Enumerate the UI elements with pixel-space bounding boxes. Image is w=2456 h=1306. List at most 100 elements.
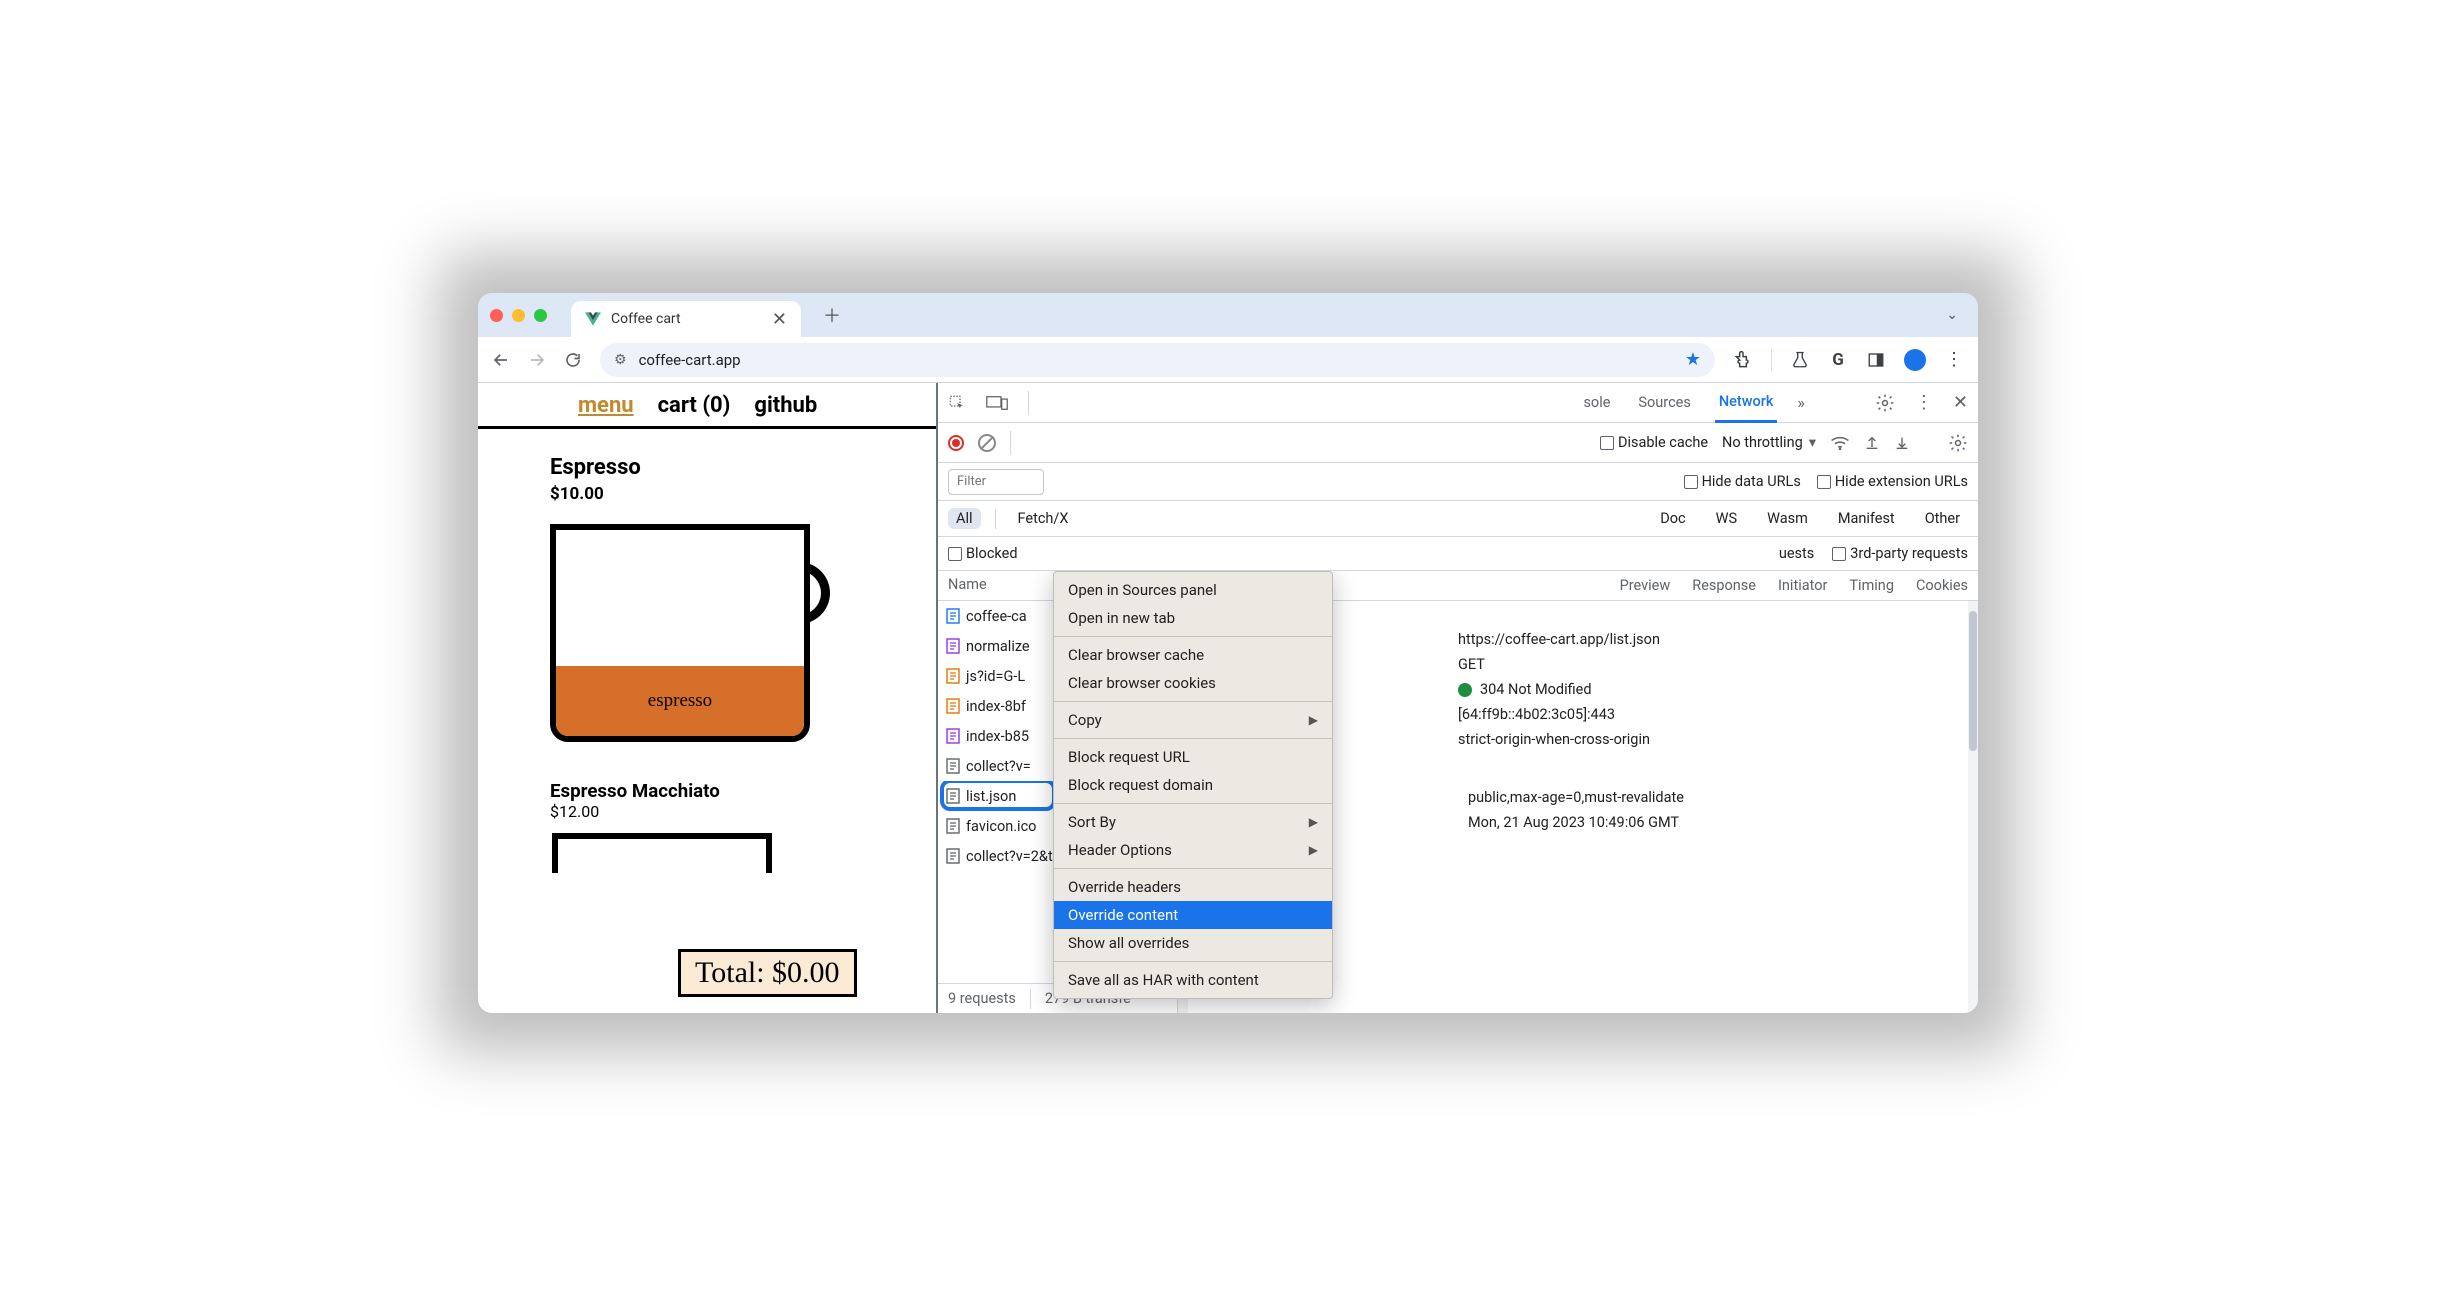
request-name: collect?v= (966, 758, 1031, 775)
details-tab-initiator[interactable]: Initiator (1778, 577, 1827, 594)
nav-menu-link[interactable]: menu (578, 393, 634, 418)
product-price: $10.00 (550, 484, 936, 504)
header-value: public,max-age=0,must-revalidate (1468, 789, 1684, 806)
ctx-open-sources[interactable]: Open in Sources panel (1054, 576, 1332, 604)
total-badge[interactable]: Total: $0.00 (678, 949, 857, 997)
hide-data-urls-checkbox[interactable]: Hide data URLs (1684, 473, 1801, 490)
back-icon[interactable] (492, 351, 510, 369)
product-name: Espresso Macchiato (550, 780, 936, 802)
request-name: index-8bf (966, 698, 1026, 715)
ctx-block-domain[interactable]: Block request domain (1054, 771, 1332, 799)
request-name: coffee-ca (966, 608, 1027, 625)
status-dot-icon (1458, 683, 1472, 697)
tab-sources[interactable]: Sources (1634, 384, 1694, 421)
browser-tab[interactable]: Coffee cart ✕ (571, 301, 801, 337)
ctx-sort-by[interactable]: Sort By▶ (1054, 808, 1332, 836)
inspect-element-icon[interactable] (948, 394, 966, 412)
network-blocked-row: Blocked uests 3rd-party requests (938, 537, 1978, 571)
devtools-close-icon[interactable]: ✕ (1953, 392, 1968, 413)
forward-icon[interactable] (528, 351, 546, 369)
product-macchiato: Espresso Macchiato $12.00 (478, 748, 936, 873)
ctx-override-headers[interactable]: Override headers (1054, 873, 1332, 901)
minimize-window-icon[interactable] (512, 309, 525, 322)
new-tab-icon[interactable]: ＋ (823, 302, 841, 328)
type-wasm[interactable]: Wasm (1759, 508, 1816, 529)
blocked-partial-text: uests (1779, 545, 1814, 562)
upload-har-icon[interactable] (1864, 434, 1880, 452)
disable-cache-checkbox[interactable]: Disable cache (1600, 434, 1708, 451)
tabs-dropdown-icon[interactable]: ⌄ (1938, 303, 1966, 327)
nav-github-link[interactable]: github (754, 393, 817, 418)
ctx-show-all-overrides[interactable]: Show all overrides (1054, 929, 1332, 957)
tab-console-partial[interactable]: sole (1579, 384, 1614, 421)
hide-extension-urls-checkbox[interactable]: Hide extension URLs (1817, 473, 1968, 490)
tab-network[interactable]: Network (1715, 383, 1778, 423)
type-doc[interactable]: Doc (1652, 508, 1693, 529)
ctx-override-content[interactable]: Override content (1054, 901, 1332, 929)
product-espresso: Espresso $10.00 espresso (478, 429, 936, 748)
address-bar[interactable]: ⚙ coffee-cart.app ★ (600, 343, 1715, 377)
devtools-tab-strip: sole Sources Network » ⋮ ✕ (938, 383, 1978, 423)
details-scrollbar[interactable] (1968, 601, 1978, 1013)
settings-gear-icon[interactable] (1875, 393, 1895, 413)
device-toolbar-icon[interactable] (986, 395, 1008, 411)
download-har-icon[interactable] (1894, 434, 1910, 452)
ctx-copy[interactable]: Copy▶ (1054, 706, 1332, 734)
profile-avatar-icon[interactable] (1904, 349, 1926, 371)
blocked-requests-checkbox[interactable]: Blocked (948, 545, 1018, 562)
type-other[interactable]: Other (1917, 508, 1968, 529)
kebab-menu-icon[interactable]: ⋮ (1944, 350, 1964, 370)
details-tab-response[interactable]: Response (1692, 577, 1756, 594)
devtools-kebab-icon[interactable]: ⋮ (1915, 392, 1933, 413)
type-ws[interactable]: WS (1708, 508, 1745, 529)
url-text: coffee-cart.app (639, 351, 1673, 369)
bookmark-star-icon[interactable]: ★ (1685, 349, 1701, 370)
third-party-checkbox[interactable]: 3rd-party requests (1832, 545, 1968, 562)
mug-illustration[interactable]: espresso (550, 518, 820, 748)
ctx-header-options[interactable]: Header Options▶ (1054, 836, 1332, 864)
maximize-window-icon[interactable] (534, 309, 547, 322)
throttling-select[interactable]: No throttling▾ (1722, 434, 1816, 451)
network-type-filters: All Fetch/X Doc WS Wasm Manifest Other (938, 501, 1978, 537)
type-fetch[interactable]: Fetch/X (1010, 508, 1077, 529)
ctx-block-url[interactable]: Block request URL (1054, 743, 1332, 771)
page-nav: menu cart (0) github (478, 383, 936, 426)
product-name: Espresso (550, 455, 936, 480)
page-viewport: menu cart (0) github Espresso $10.00 esp… (478, 383, 938, 1013)
chevron-right-icon: ▶ (1309, 713, 1318, 727)
panel-icon[interactable] (1866, 350, 1886, 370)
chevron-right-icon: ▶ (1309, 843, 1318, 857)
record-icon[interactable] (948, 435, 964, 451)
request-name: index-b85 (966, 728, 1029, 745)
close-tab-icon[interactable]: ✕ (772, 309, 787, 330)
network-filter-row: Hide data URLs Hide extension URLs (938, 463, 1978, 501)
wifi-icon[interactable] (1830, 435, 1850, 451)
header-value: Mon, 21 Aug 2023 10:49:06 GMT (1468, 814, 1679, 831)
ctx-save-har[interactable]: Save all as HAR with content (1054, 966, 1332, 994)
more-tabs-icon[interactable]: » (1797, 393, 1805, 412)
clear-icon[interactable] (978, 434, 996, 452)
request-name: js?id=G-L (966, 668, 1025, 685)
nav-cart-link[interactable]: cart (0) (658, 393, 731, 418)
type-all[interactable]: All (948, 508, 981, 529)
details-tab-timing[interactable]: Timing (1849, 577, 1894, 594)
reload-icon[interactable] (564, 351, 582, 369)
google-icon[interactable]: G (1828, 350, 1848, 370)
close-window-icon[interactable] (490, 309, 503, 322)
filter-input[interactable] (948, 469, 1044, 495)
ctx-clear-cache[interactable]: Clear browser cache (1054, 641, 1332, 669)
mug-fill-label: espresso (556, 666, 804, 736)
traffic-lights (490, 309, 547, 322)
details-tab-preview[interactable]: Preview (1620, 577, 1671, 594)
ctx-open-new-tab[interactable]: Open in new tab (1054, 604, 1332, 632)
network-settings-gear-icon[interactable] (1948, 433, 1968, 453)
ctx-clear-cookies[interactable]: Clear browser cookies (1054, 669, 1332, 697)
extensions-icon[interactable] (1733, 350, 1753, 370)
title-bar: Coffee cart ✕ ＋ ⌄ (478, 293, 1978, 337)
details-tab-cookies[interactable]: Cookies (1916, 577, 1968, 594)
type-manifest[interactable]: Manifest (1830, 508, 1903, 529)
tab-title: Coffee cart (611, 311, 681, 327)
site-settings-icon[interactable]: ⚙ (614, 352, 627, 368)
labs-icon[interactable] (1790, 350, 1810, 370)
vue-favicon-icon (585, 312, 601, 326)
